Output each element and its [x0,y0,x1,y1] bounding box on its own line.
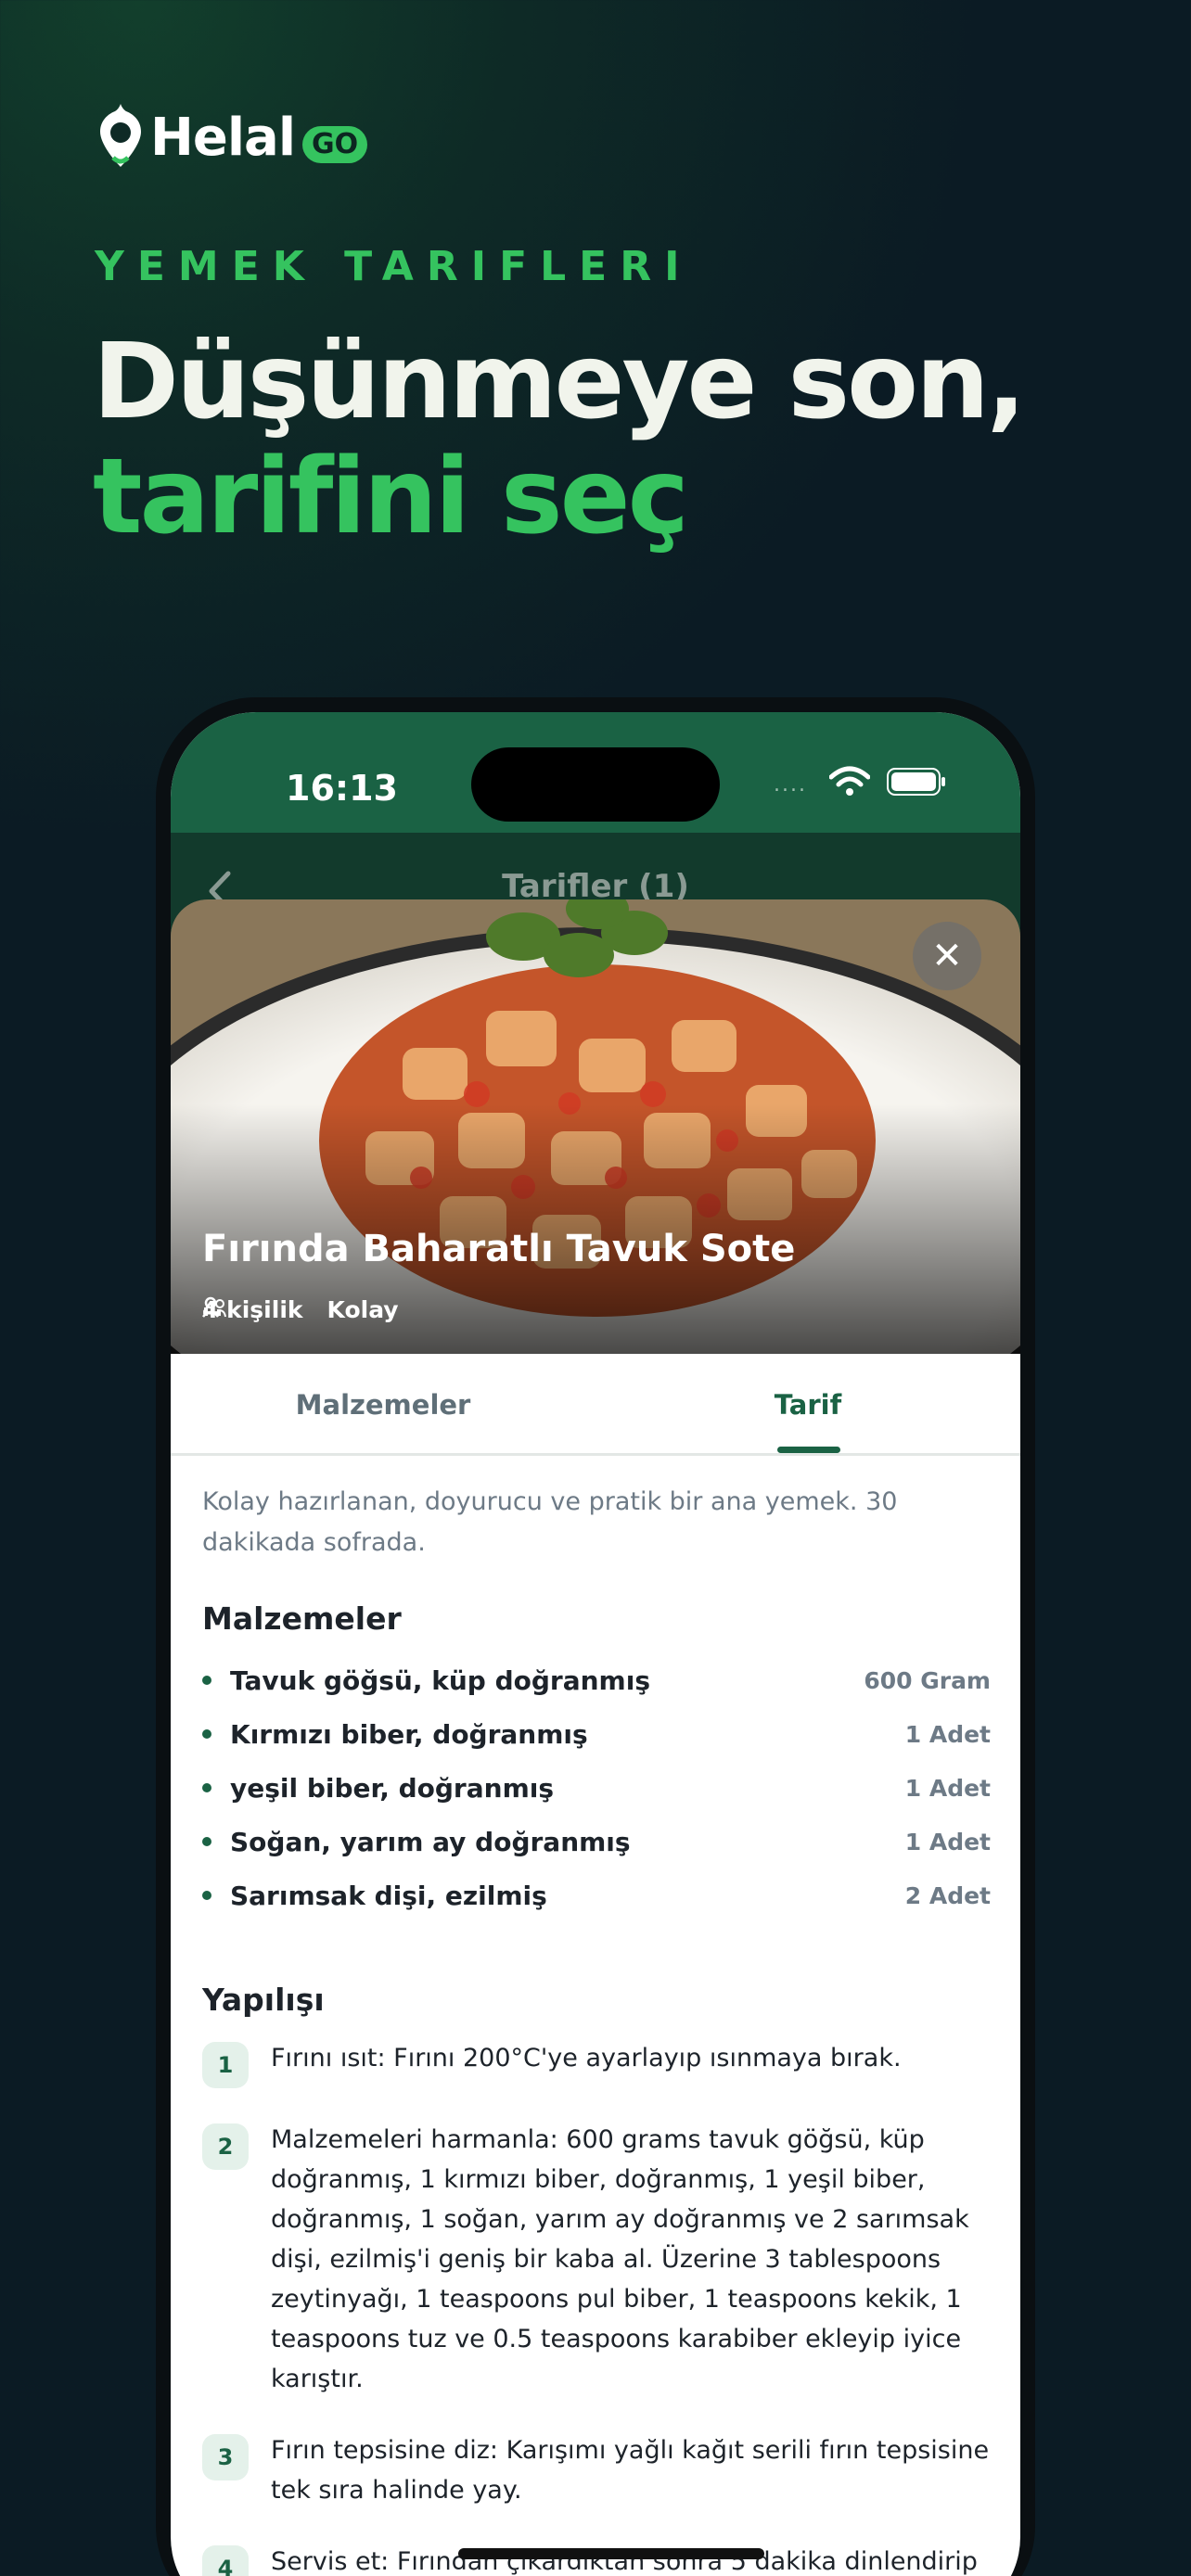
difficulty-meta: Kolay [204,1296,399,1323]
recipe-content: Kolay hazırlanan, doyurucu ve pratik bir… [202,1482,991,2576]
ingredient-qty: 1 Adet [904,1828,991,1855]
ingredient-row: Tavuk göğsü, küp doğranmış 600 Gram [202,1653,991,1707]
step-text: Malzemeleri harmanla: 600 grams tavuk gö… [271,2125,969,2393]
ingredients-heading: Malzemeler [202,1600,402,1637]
step-item: 1 Fırını ısıt: Fırını 200°C'ye ayarlayıp… [202,2038,991,2088]
close-icon[interactable]: ✕ [913,922,981,990]
section-eyebrow: YEMEK TARIFLERI [95,243,693,290]
bullet [202,1837,211,1846]
headline: Düşünmeye son, tarifini seç [93,322,1026,557]
step-text: Fırın tepsisine diz: Karışımı yağlı kağı… [271,2436,990,2505]
brand-logo: Helal GO [95,100,368,174]
phone-screen: 16:13 .... Tarifler (1) ✕ Fırında Bahara… [171,712,1020,2576]
ingredients-list: Tavuk göğsü, küp doğranmış 600 Gram Kırm… [202,1653,991,1922]
ingredient-qty: 2 Adet [904,1881,991,1909]
ingredient-row: Kırmızı biber, doğranmış 1 Adet [202,1707,991,1761]
ingredient-row: Sarımsak dişi, ezilmiş 2 Adet [202,1868,991,1922]
recipe-tabs: Malzemeler Tarif [171,1354,1020,1456]
brand-name: Helal [150,107,296,168]
recipe-meta: 4 kişilik Kolay [202,1296,423,1323]
tab-ingredients[interactable]: Malzemeler [171,1354,596,1456]
ingredient-qty: 1 Adet [904,1774,991,1802]
bullet [202,1891,211,1900]
recipe-hero-image: ✕ Fırında Baharatlı Tavuk Sote 4 kişilik [171,899,1020,1354]
step-number: 2 [202,2123,249,2170]
headline-line-1: Düşünmeye son, [93,322,1026,442]
difficulty-label: Kolay [327,1296,399,1323]
recipe-title: Fırında Baharatlı Tavuk Sote [202,1228,796,1270]
home-indicator[interactable] [458,2548,764,2559]
ingredient-qty: 600 Gram [864,1666,991,1694]
step-item: 2 Malzemeleri harmanla: 600 grams tavuk … [202,2120,991,2399]
step-number: 1 [202,2042,249,2088]
signal-icon: .... [774,773,807,797]
dynamic-island [471,747,720,822]
bullet [202,1676,211,1685]
headline-line-2: tarifini seç [93,437,689,557]
step-number: 3 [202,2434,249,2480]
status-time: 16:13 [286,768,398,809]
ingredient-name: Kırmızı biber, doğranmış [230,1718,588,1750]
ingredient-qty: 1 Adet [904,1720,991,1748]
phone-frame: 16:13 .... Tarifler (1) ✕ Fırında Bahara… [156,697,1035,2576]
brand-badge: GO [302,126,368,163]
active-tab-indicator [777,1447,840,1453]
ingredient-name: Sarımsak dişi, ezilmiş [230,1880,547,1911]
status-bar: 16:13 .... [171,712,1020,833]
location-pin-icon [100,104,141,167]
bullet [202,1783,211,1792]
ingredient-name: Soğan, yarım ay doğranmış [230,1826,631,1857]
wifi-icon [829,766,870,796]
battery-icon [887,768,945,796]
recipe-photo [171,899,1020,1354]
ingredient-name: Tavuk göğsü, küp doğranmış [230,1664,650,1696]
step-text: Fırını ısıt: Fırını 200°C'ye ayarlayıp ı… [271,2044,902,2072]
steps-list: 1 Fırını ısıt: Fırını 200°C'ye ayarlayıp… [202,2038,991,2576]
ingredient-row: Soğan, yarım ay doğranmış 1 Adet [202,1815,991,1868]
bullet [202,1729,211,1739]
step-number: 4 [202,2545,249,2576]
ingredient-row: yeşil biber, doğranmış 1 Adet [202,1761,991,1815]
recipe-description: Kolay hazırlanan, doyurucu ve pratik bir… [202,1487,898,1557]
tab-recipe[interactable]: Tarif [596,1354,1020,1456]
steps-heading: Yapılışı [202,1982,325,2018]
difficulty-bars-icon [204,1302,221,1316]
ingredient-name: yeşil biber, doğranmış [230,1772,555,1804]
step-item: 3 Fırın tepsisine diz: Karışımı yağlı ka… [202,2430,991,2510]
